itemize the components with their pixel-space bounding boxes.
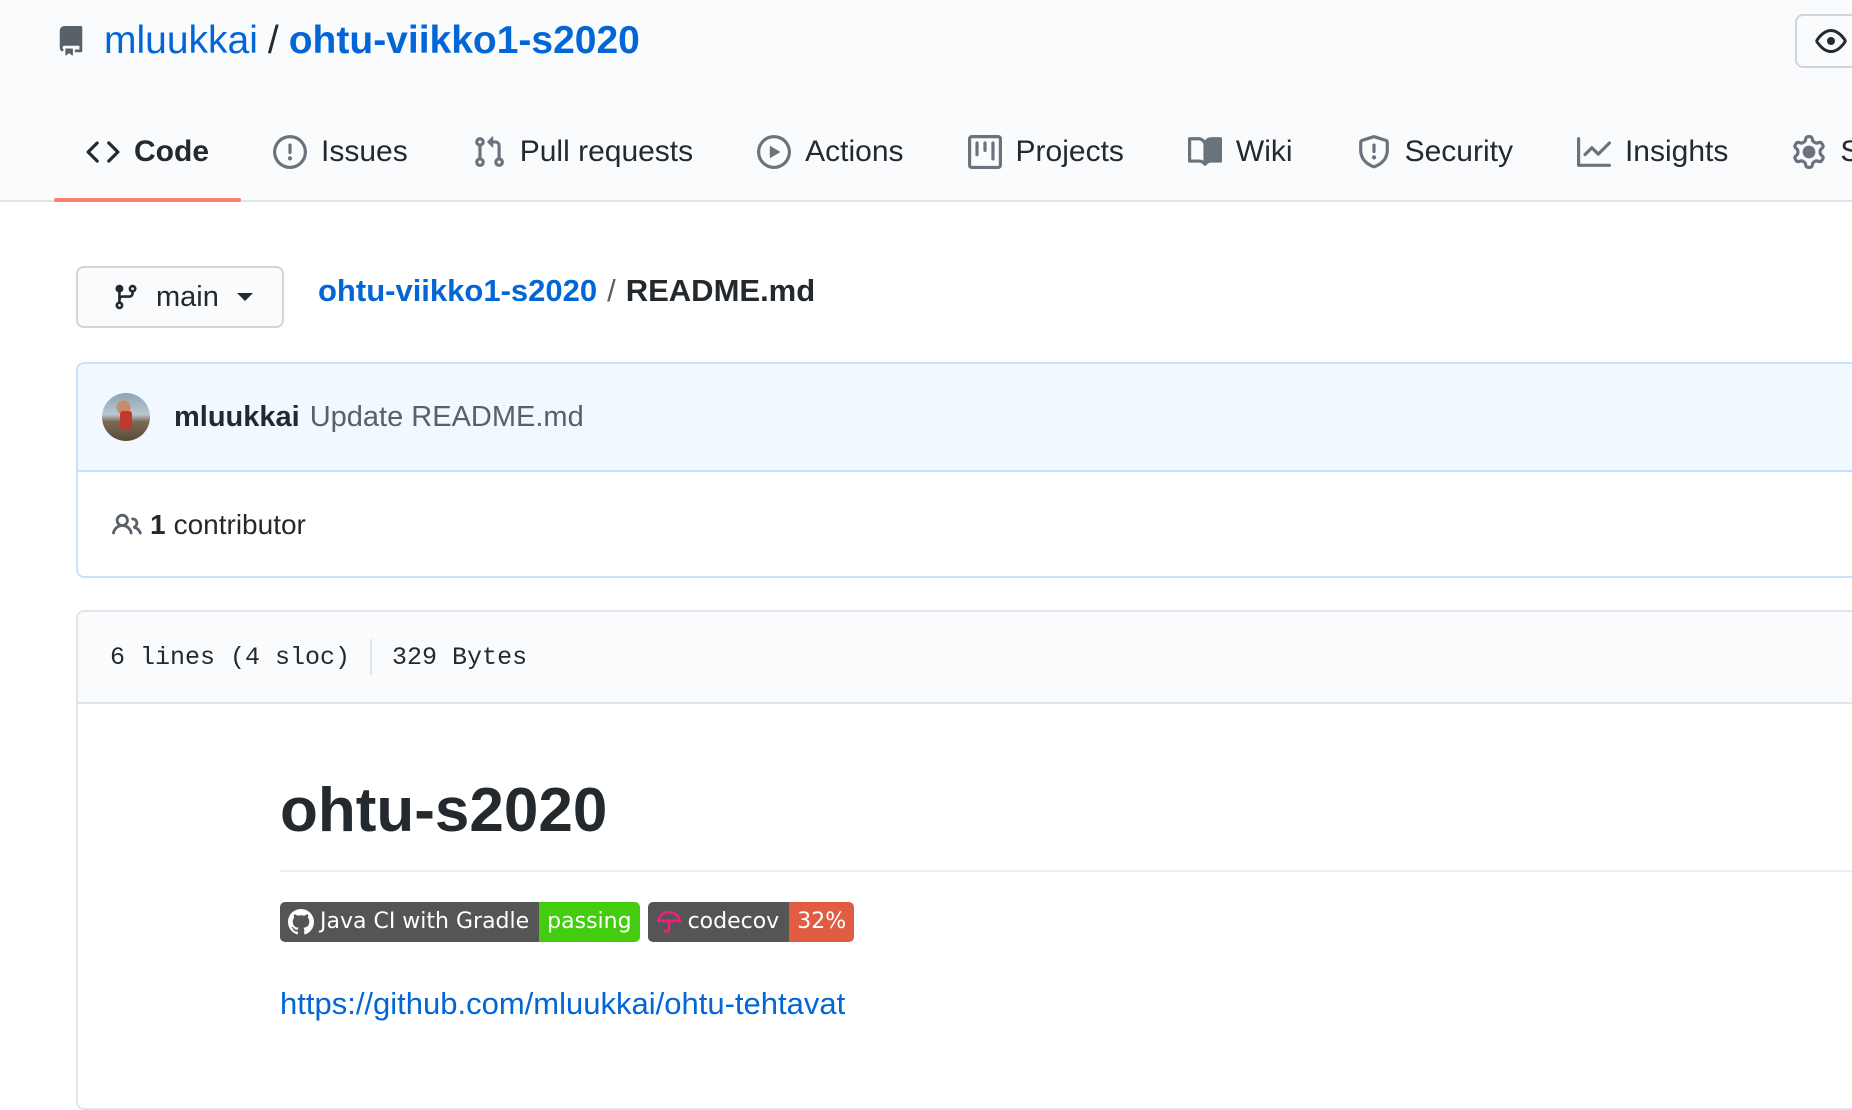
tab-label: Se [1840,135,1852,168]
ci-badge-label: Java CI with Gradle [320,909,530,934]
ci-badge[interactable]: Java CI with Gradle passing [280,901,640,942]
breadcrumb: ohtu-viikko1-s2020 / README.md [318,266,815,316]
tab-label: Pull requests [519,135,694,168]
avatar[interactable] [102,393,150,441]
tab-projects[interactable]: Projects [936,118,1156,186]
tab-code[interactable]: Code [54,118,241,202]
code-icon [86,141,120,163]
repo-icon [59,26,83,56]
graph-icon [1576,137,1611,167]
repo-header: mluukkai / ohtu-viikko1-s2020 Code Issue… [0,0,1852,202]
tab-settings[interactable]: Se [1760,118,1852,186]
watch-button[interactable] [1795,14,1852,68]
project-icon [967,135,1002,169]
codecov-badge[interactable]: codecov 32% [647,901,855,942]
tab-issues[interactable]: Issues [241,118,440,186]
tab-insights[interactable]: Insights [1545,118,1760,186]
book-icon [1187,137,1222,166]
contributors-link[interactable]: 1 contributor [110,509,306,541]
tab-label: Issues [321,135,408,168]
git-branch-icon [115,284,137,310]
tab-label: Insights [1624,135,1729,168]
eye-icon [1815,29,1847,53]
commit-author-link[interactable]: mluukkai [174,401,300,434]
file-box: 6 lines (4 sloc) 329 Bytes ohtu-s2020 Ja… [76,610,1852,1110]
caret-down-icon [236,293,253,301]
codecov-badge-percentage: 32% [789,901,855,942]
tab-pull-requests[interactable]: Pull requests [440,118,725,186]
people-icon [112,513,142,535]
breadcrumb-file: README.md [625,273,816,308]
readme-heading: ohtu-s2020 [280,772,1852,872]
breadcrumb-separator: / [607,273,616,308]
play-icon [757,135,792,169]
file-size: 329 Bytes [392,642,528,672]
commit-message-link[interactable]: Update README.md [310,401,584,434]
contributors-row: 1 contributor [78,472,1852,576]
shield-icon [1358,135,1389,169]
badge-row: Java CI with Gradle passing codecov 32% [280,901,1852,942]
breadcrumb-repo-link[interactable]: ohtu-viikko1-s2020 [318,273,597,309]
tab-actions[interactable]: Actions [725,118,935,186]
codecov-umbrella-icon [656,910,681,933]
repo-tabs: Code Issues Pull requests Actions Projec… [54,118,1852,202]
tab-label: Security [1404,135,1513,168]
tab-label: Actions [805,135,904,168]
issue-icon [273,135,307,169]
repo-title-separator: / [267,19,279,62]
file-line-count: 6 lines (4 sloc) [110,642,351,672]
readme-content: ohtu-s2020 Java CI with Gradle passing c… [280,772,1852,1022]
contributor-count: 1 [150,509,166,540]
tab-wiki[interactable]: Wiki [1156,118,1325,186]
readme-link[interactable]: https://github.com/mluukkai/ohtu-tehtava… [280,986,1852,1022]
tab-label: Code [134,135,209,168]
codecov-badge-label: codecov [687,909,780,934]
tab-security[interactable]: Security [1325,118,1545,186]
branch-name: main [156,280,219,313]
tab-label: Projects [1015,135,1124,168]
branch-select-button[interactable]: main [76,266,284,328]
file-info-divider [370,639,373,675]
file-info-bar: 6 lines (4 sloc) 329 Bytes [78,612,1852,704]
repo-owner-link[interactable]: mluukkai [104,19,258,63]
repo-title: mluukkai / ohtu-viikko1-s2020 [56,14,640,68]
gear-icon [1793,135,1826,169]
commit-summary: mluukkai Update README.md [78,364,1852,472]
contributor-label: contributor [173,509,306,540]
pull-request-icon [474,136,504,167]
ci-badge-status: passing [539,901,640,942]
latest-commit-box: mluukkai Update README.md 1 contributor [76,362,1852,578]
github-icon [288,908,314,934]
repo-name-link[interactable]: ohtu-viikko1-s2020 [289,19,640,63]
tab-label: Wiki [1235,135,1293,168]
